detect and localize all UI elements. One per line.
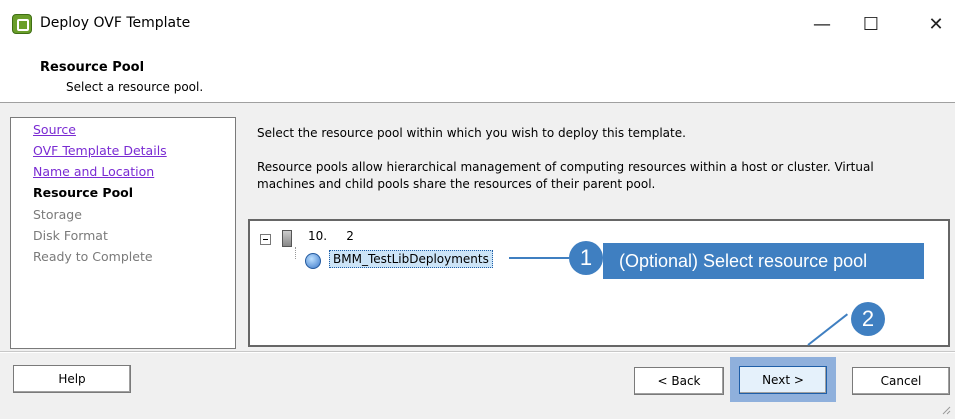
help-button[interactable]: Help	[13, 365, 131, 393]
title-bar: Deploy OVF Template — ☐ ✕	[0, 0, 955, 50]
tree-connector	[295, 247, 297, 259]
nav-step-resource-pool: Resource Pool	[33, 185, 134, 200]
instruction-text: Select the resource pool within which yo…	[257, 126, 686, 140]
next-button[interactable]: Next >	[739, 366, 827, 394]
resource-pool-tree[interactable]: 10. 2 BMM_TestLibDeployments	[248, 219, 950, 347]
cancel-button[interactable]: Cancel	[852, 367, 950, 395]
nav-step-source[interactable]: Source	[33, 122, 76, 137]
close-button[interactable]: ✕	[913, 8, 955, 42]
page-subtitle: Select a resource pool.	[66, 80, 204, 94]
description-line-2: machines and child pools share the resou…	[257, 177, 656, 191]
nav-step-name-and-location[interactable]: Name and Location	[33, 164, 154, 179]
callout-2-badge: 2	[851, 302, 885, 336]
maximize-button[interactable]: ☐	[848, 8, 894, 42]
host-node-label[interactable]: 10. 2	[308, 229, 354, 243]
nav-step-disk-format: Disk Format	[33, 228, 108, 243]
nav-step-ovf-template-details[interactable]: OVF Template Details	[33, 143, 167, 158]
vsphere-app-icon	[12, 14, 32, 34]
wizard-steps-nav: Source OVF Template Details Name and Loc…	[10, 117, 236, 349]
resize-grip-icon[interactable]	[941, 405, 951, 415]
collapse-toggle-icon[interactable]	[260, 234, 271, 245]
back-button[interactable]: < Back	[634, 367, 724, 395]
minimize-button[interactable]: —	[799, 8, 845, 42]
nav-step-ready-to-complete: Ready to Complete	[33, 249, 153, 264]
window-title: Deploy OVF Template	[40, 15, 191, 31]
host-server-icon	[282, 230, 292, 247]
footer-divider-highlight	[0, 352, 955, 353]
callout-1-badge: 1	[569, 241, 603, 275]
callout-1-label: (Optional) Select resource pool	[603, 243, 924, 279]
wizard-header: Resource Pool Select a resource pool.	[0, 50, 955, 102]
resource-pool-icon	[305, 253, 321, 269]
callout-1-connector	[509, 257, 569, 259]
nav-step-storage: Storage	[33, 207, 82, 222]
page-title: Resource Pool	[40, 60, 145, 75]
header-divider	[0, 102, 955, 103]
description-line-1: Resource pools allow hierarchical manage…	[257, 160, 874, 174]
resource-pool-node[interactable]: BMM_TestLibDeployments	[329, 250, 493, 268]
